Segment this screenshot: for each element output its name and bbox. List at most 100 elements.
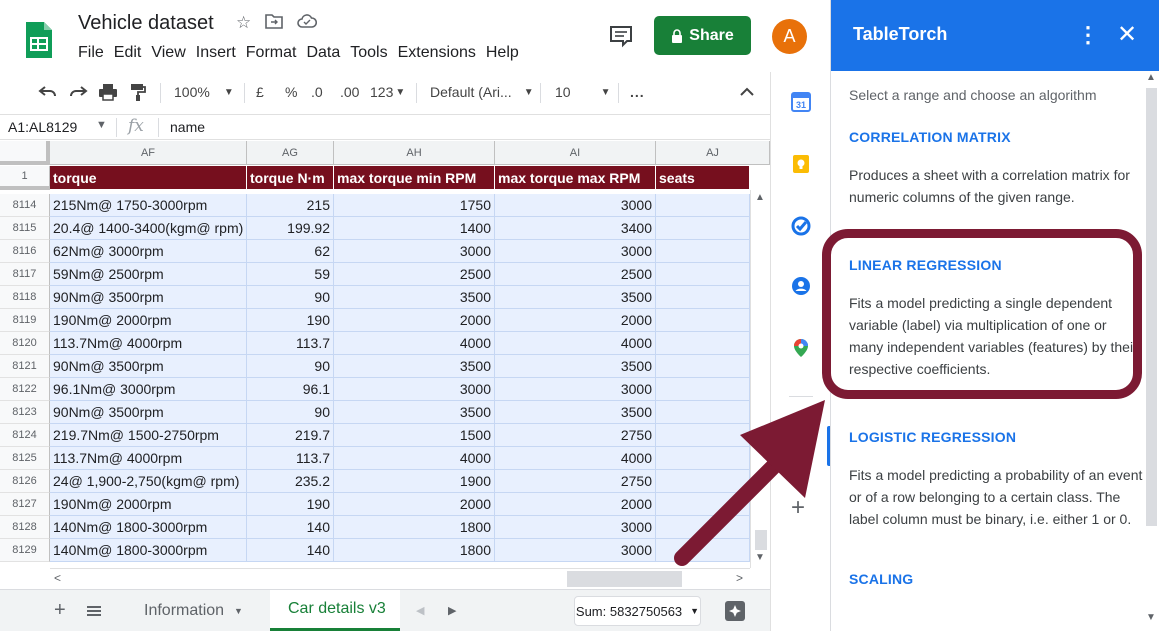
horizontal-scrollbar[interactable]: < > bbox=[50, 568, 750, 588]
select-all-corner[interactable] bbox=[0, 141, 50, 165]
table-cell-torque[interactable]: 59Nm@ 2500rpm bbox=[50, 263, 247, 286]
menu-edit[interactable]: Edit bbox=[114, 44, 142, 62]
row-header[interactable]: 8122 bbox=[0, 378, 50, 401]
table-cell-torque[interactable]: 190Nm@ 2000rpm bbox=[50, 309, 247, 332]
name-box[interactable]: A1:AL8129 bbox=[8, 119, 77, 135]
row-header[interactable]: 8115 bbox=[0, 217, 50, 240]
font-size-select[interactable]: 10 ▼ bbox=[555, 73, 610, 111]
currency-format-button[interactable]: £ bbox=[256, 73, 264, 111]
collapse-menu-icon[interactable] bbox=[740, 73, 754, 111]
table-cell-min-rpm[interactable]: 3000 bbox=[334, 240, 495, 263]
scroll-thumb[interactable] bbox=[1146, 88, 1157, 526]
row-header[interactable]: 8118 bbox=[0, 286, 50, 309]
table-cell-seats[interactable] bbox=[656, 355, 750, 378]
comments-icon[interactable] bbox=[608, 24, 634, 48]
algo-logistic-regression[interactable]: LOGISTIC REGRESSION bbox=[849, 426, 1144, 448]
table-cell-torque[interactable]: 90Nm@ 3500rpm bbox=[50, 286, 247, 309]
table-cell-max-rpm[interactable]: 2000 bbox=[495, 309, 656, 332]
table-cell-max-rpm[interactable]: 3500 bbox=[495, 355, 656, 378]
sheet-tab-information[interactable]: Information ▼ bbox=[130, 590, 268, 631]
table-cell-torque[interactable]: 20.4@ 1400-3400(kgm@ rpm) bbox=[50, 217, 247, 240]
table-cell-min-rpm[interactable]: 3000 bbox=[334, 378, 495, 401]
table-cell-min-rpm[interactable]: 1500 bbox=[334, 424, 495, 447]
table-cell-torque[interactable]: 215Nm@ 1750-3000rpm bbox=[50, 194, 247, 217]
table-cell-max-rpm[interactable]: 3000 bbox=[495, 194, 656, 217]
table-cell-torque-nm[interactable]: 190 bbox=[247, 309, 334, 332]
column-header-ai[interactable]: AI bbox=[495, 141, 656, 165]
table-cell-seats[interactable] bbox=[656, 332, 750, 355]
redo-icon[interactable] bbox=[68, 73, 88, 111]
row-header[interactable]: 8123 bbox=[0, 401, 50, 424]
more-tools-button[interactable]: ... bbox=[630, 73, 645, 111]
table-cell-torque[interactable]: 96.1Nm@ 3000rpm bbox=[50, 378, 247, 401]
share-button[interactable]: Share bbox=[654, 16, 751, 55]
table-cell-min-rpm[interactable]: 1800 bbox=[334, 516, 495, 539]
table-cell-torque-nm[interactable]: 219.7 bbox=[247, 424, 334, 447]
row-header[interactable]: 8127 bbox=[0, 493, 50, 516]
table-cell-torque-nm[interactable]: 90 bbox=[247, 401, 334, 424]
decrease-decimal-button[interactable]: .0 bbox=[311, 73, 323, 111]
undo-icon[interactable] bbox=[38, 73, 58, 111]
row-header[interactable]: 8120 bbox=[0, 332, 50, 355]
menu-view[interactable]: View bbox=[151, 44, 185, 62]
print-icon[interactable] bbox=[98, 73, 118, 111]
row-header[interactable]: 8116 bbox=[0, 240, 50, 263]
header-cell-torque[interactable]: torque bbox=[50, 166, 247, 190]
table-cell-max-rpm[interactable]: 2500 bbox=[495, 263, 656, 286]
header-cell-min-rpm[interactable]: max torque min RPM bbox=[334, 166, 495, 190]
table-cell-torque[interactable]: 24@ 1,900-2,750(kgm@ rpm) bbox=[50, 470, 247, 493]
row-header[interactable]: 8128 bbox=[0, 516, 50, 539]
table-cell-torque[interactable]: 62Nm@ 3000rpm bbox=[50, 240, 247, 263]
calendar-icon[interactable]: 31 bbox=[791, 92, 811, 112]
column-header-aj[interactable]: AJ bbox=[656, 141, 770, 165]
table-cell-seats[interactable] bbox=[656, 309, 750, 332]
table-cell-max-rpm[interactable]: 2000 bbox=[495, 493, 656, 516]
column-header-af[interactable]: AF bbox=[50, 141, 247, 165]
scroll-down-icon[interactable]: ▼ bbox=[1146, 612, 1156, 623]
table-cell-seats[interactable] bbox=[656, 194, 750, 217]
increase-decimal-button[interactable]: .00 bbox=[340, 73, 359, 111]
more-vert-icon[interactable]: ⋮ bbox=[1077, 22, 1099, 48]
header-cell-torque-nm[interactable]: torque N·m bbox=[247, 166, 334, 190]
table-cell-max-rpm[interactable]: 3000 bbox=[495, 516, 656, 539]
algo-correlation-matrix[interactable]: CORRELATION MATRIX bbox=[849, 126, 1144, 148]
table-cell-torque-nm[interactable]: 113.7 bbox=[247, 447, 334, 470]
column-header-ah[interactable]: AH bbox=[334, 141, 495, 165]
table-cell-torque[interactable]: 190Nm@ 2000rpm bbox=[50, 493, 247, 516]
table-cell-max-rpm[interactable]: 2750 bbox=[495, 470, 656, 493]
column-header-ag[interactable]: AG bbox=[247, 141, 334, 165]
move-folder-icon[interactable] bbox=[265, 13, 284, 34]
table-cell-min-rpm[interactable]: 3500 bbox=[334, 286, 495, 309]
table-cell-torque-nm[interactable]: 140 bbox=[247, 516, 334, 539]
table-cell-torque-nm[interactable]: 90 bbox=[247, 355, 334, 378]
menu-data[interactable]: Data bbox=[306, 44, 340, 62]
table-cell-min-rpm[interactable]: 1400 bbox=[334, 217, 495, 240]
scroll-up-icon[interactable]: ▲ bbox=[1146, 72, 1156, 83]
row-header[interactable]: 1 bbox=[0, 166, 50, 190]
sheet-tab-car-details[interactable]: Car details v3 bbox=[270, 590, 400, 631]
algo-scaling[interactable]: SCALING bbox=[849, 568, 1144, 590]
document-title[interactable]: Vehicle dataset bbox=[78, 12, 214, 35]
keep-icon[interactable] bbox=[791, 154, 811, 174]
table-cell-torque-nm[interactable]: 113.7 bbox=[247, 332, 334, 355]
cloud-status-icon[interactable] bbox=[297, 13, 318, 34]
zoom-select[interactable]: 100% ▼ bbox=[174, 73, 234, 111]
table-cell-torque-nm[interactable]: 90 bbox=[247, 286, 334, 309]
tab-scroll-left-icon[interactable]: ◀ bbox=[416, 590, 424, 631]
table-cell-max-rpm[interactable]: 4000 bbox=[495, 447, 656, 470]
menu-help[interactable]: Help bbox=[486, 44, 519, 62]
table-cell-max-rpm[interactable]: 4000 bbox=[495, 332, 656, 355]
table-cell-min-rpm[interactable]: 2000 bbox=[334, 309, 495, 332]
percent-format-button[interactable]: % bbox=[285, 73, 297, 111]
contacts-icon[interactable] bbox=[791, 276, 811, 296]
table-cell-min-rpm[interactable]: 4000 bbox=[334, 447, 495, 470]
add-sheet-icon[interactable]: + bbox=[54, 590, 66, 631]
row-header[interactable]: 8117 bbox=[0, 263, 50, 286]
table-cell-max-rpm[interactable]: 3000 bbox=[495, 240, 656, 263]
account-avatar[interactable]: A bbox=[772, 19, 807, 54]
chevron-down-icon[interactable]: ▼ bbox=[96, 119, 107, 131]
table-cell-seats[interactable] bbox=[656, 286, 750, 309]
table-cell-torque-nm[interactable]: 62 bbox=[247, 240, 334, 263]
row-header[interactable]: 8119 bbox=[0, 309, 50, 332]
tasks-icon[interactable] bbox=[791, 216, 811, 236]
